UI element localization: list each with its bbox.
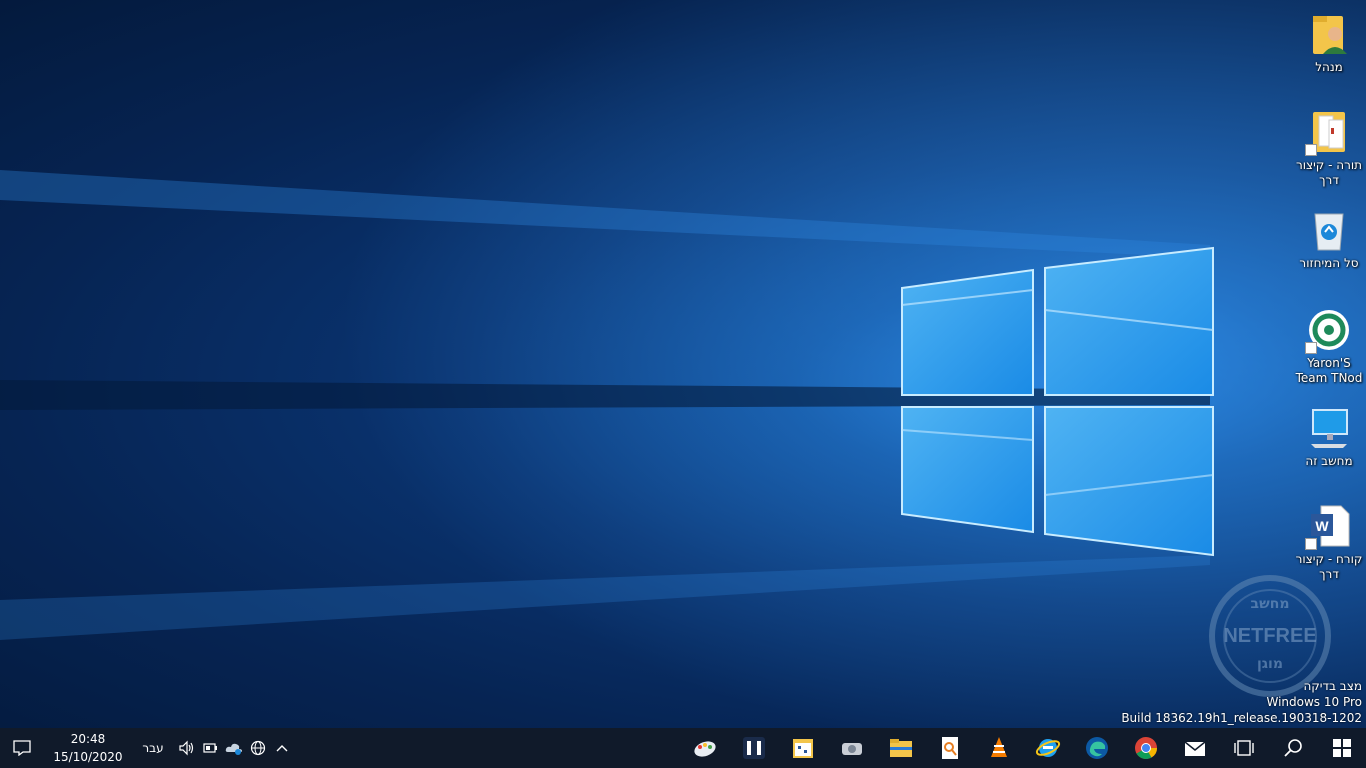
search-button[interactable] (1268, 728, 1317, 768)
task-view-button[interactable] (1219, 728, 1268, 768)
vlc-icon (990, 737, 1007, 757)
desktop-icon-label: תורה - קיצור דרך (1295, 158, 1363, 187)
desktop-icon-recycle-bin[interactable]: סל המיחזור (1291, 206, 1366, 271)
calendar-app-icon (792, 739, 813, 758)
watermark-middle-text: NETFREE (1223, 625, 1316, 647)
paint-app-button[interactable] (680, 728, 729, 768)
shortcut-arrow-icon (1305, 538, 1317, 550)
onedrive-icon (225, 743, 242, 755)
tnod-icon (1305, 306, 1353, 354)
clock[interactable]: 20:48 15/10/2020 (44, 728, 132, 768)
internet-explorer-button[interactable] (1023, 728, 1072, 768)
desktop-icon-user-folder[interactable]: מנהל (1291, 10, 1366, 75)
build-text: Build 18362.19h1_release.190318-1202 (1121, 711, 1362, 725)
internet-explorer-icon (1035, 739, 1060, 757)
chrome-icon (1134, 737, 1157, 759)
clock-date: 15/10/2020 (53, 750, 123, 764)
volume-icon (179, 740, 194, 756)
search-icon (1283, 739, 1302, 757)
file-explorer-icon (889, 739, 912, 757)
taskbar: 20:48 15/10/2020 עבר (0, 728, 1366, 768)
edge-button[interactable] (1072, 728, 1121, 768)
battery-button[interactable] (198, 728, 222, 768)
onedrive-button[interactable] (222, 728, 246, 768)
volume-button[interactable] (174, 728, 198, 768)
shortcut-arrow-icon (1305, 144, 1317, 156)
shortcut-arrow-icon (1305, 342, 1317, 354)
watermark-bottom-text: מוגן (1257, 656, 1283, 672)
word-document-icon: W (1305, 502, 1353, 550)
tools-app-button[interactable] (729, 728, 778, 768)
paint-app-icon (693, 741, 716, 757)
network-icon (250, 740, 266, 756)
document-search-button[interactable] (925, 728, 974, 768)
battery-icon (203, 743, 217, 753)
desktop-icon-label: סל המיחזור (1299, 256, 1359, 270)
scanner-app-button[interactable] (827, 728, 876, 768)
desktop-icon-korach-shortcut[interactable]: W קורח - קיצור דרך (1291, 502, 1366, 582)
test-mode-text: מצב בדיקה (1303, 679, 1362, 693)
desktop-icon-label: מחשב זה (1305, 454, 1353, 468)
desktop-icon-tnod[interactable]: Yaron'S Team TNod (1291, 306, 1366, 386)
task-view-icon (1233, 740, 1254, 756)
mail-button[interactable] (1170, 728, 1219, 768)
user-folder-icon (1305, 10, 1353, 58)
document-search-icon (941, 737, 958, 759)
watermark-top-text: מחשב (1251, 596, 1290, 612)
system-tray: 20:48 15/10/2020 עבר (0, 728, 294, 768)
edge-icon (1085, 737, 1108, 759)
recycle-bin-icon (1305, 206, 1353, 254)
svg-text:W: W (1315, 518, 1329, 534)
show-hidden-icons-button[interactable] (270, 728, 294, 768)
calendar-app-button[interactable] (778, 728, 827, 768)
desktop-icon-label: Yaron'S Team TNod (1295, 356, 1363, 385)
this-pc-icon (1305, 404, 1353, 452)
desktop-icon-label: מנהל (1315, 60, 1343, 74)
desktop-icon-torah-shortcut[interactable]: תורה - קיצור דרך (1291, 108, 1366, 188)
scanner-app-icon (841, 743, 862, 755)
notification-icon (13, 740, 31, 756)
mail-icon (1184, 741, 1205, 756)
chrome-button[interactable] (1121, 728, 1170, 768)
start-button[interactable] (1317, 728, 1366, 768)
language-label: עבר (142, 741, 164, 755)
build-info: מצב בדיקה Windows 10 Pro Build 18362.19h… (1121, 678, 1362, 726)
chevron-up-icon (276, 745, 288, 752)
input-language-indicator[interactable]: עבר (132, 728, 174, 768)
edition-text: Windows 10 Pro (1266, 695, 1362, 709)
folder-shortcut-icon (1305, 108, 1353, 156)
desktop-icon-this-pc[interactable]: מחשב זה (1291, 404, 1366, 469)
vlc-button[interactable] (974, 728, 1023, 768)
windows-start-icon (1332, 739, 1351, 757)
clock-time: 20:48 (70, 732, 106, 746)
taskbar-apps (680, 728, 1366, 768)
network-button[interactable] (246, 728, 270, 768)
desktop-wallpaper (0, 0, 1366, 728)
file-explorer-button[interactable] (876, 728, 925, 768)
tools-app-icon (742, 737, 765, 759)
action-center-button[interactable] (0, 728, 44, 768)
